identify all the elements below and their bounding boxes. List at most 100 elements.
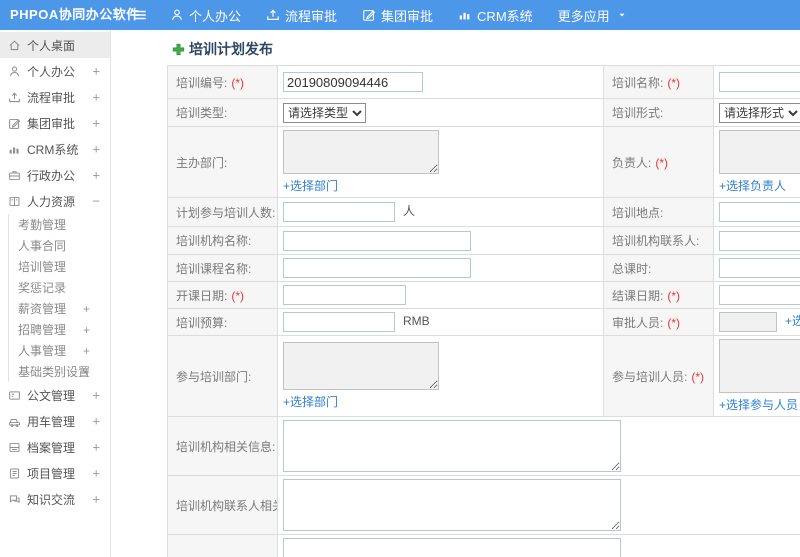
edit-icon — [362, 8, 376, 22]
host-department-cell: +选择部门 — [277, 126, 604, 198]
sidebar-subitem-label: 薪资管理 — [18, 302, 67, 316]
topbar-nav: 个人办公 流程审批 集团审批 CRM系统 更多应用 — [170, 0, 627, 30]
planned-participants-input[interactable] — [283, 202, 395, 222]
form-row: 培训类型: 请选择类型 培训形式: 请选择形式 — [167, 98, 800, 127]
expander-icon[interactable]: + — [92, 117, 100, 130]
host-department-textarea[interactable] — [283, 130, 439, 174]
participating-departments-textarea[interactable] — [283, 342, 439, 390]
total-hours-input[interactable] — [719, 258, 800, 278]
car-icon — [8, 415, 21, 428]
sidebar-item-base-category[interactable]: 基础类别设置 + — [18, 361, 110, 382]
sidebar-item-label: 项目管理 — [27, 466, 76, 481]
form-row: 培训机构相关信息: — [167, 416, 800, 476]
sidebar-item-group-approval[interactable]: 集团审批 + — [0, 110, 110, 136]
form-row: 主办部门: +选择部门 负责人: (*) +选择负责人 — [167, 126, 800, 198]
topbar-item-personal-office[interactable]: 个人办公 — [170, 6, 241, 25]
training-form-type-cell: 请选择形式 — [713, 98, 800, 127]
expander-icon[interactable]: + — [92, 441, 100, 454]
training-name-input[interactable] — [719, 72, 800, 92]
form-row: 培训要求: — [167, 534, 800, 557]
sidebar-item-projects[interactable]: 项目管理 + — [0, 460, 110, 486]
sidebar-item-personnel[interactable]: 人事管理 + — [18, 340, 110, 361]
required-mark: (*) — [655, 155, 669, 170]
sidebar-item-crm[interactable]: CRM系统 + — [0, 136, 110, 162]
training-org-contact-input[interactable] — [719, 230, 800, 251]
approver-label: 审批人员: (*) — [603, 308, 714, 336]
approver-cell: +选择审批人员 — [713, 308, 800, 336]
sidebar-item-archives[interactable]: 档案管理 + — [0, 434, 110, 460]
sidebar-item-label: 行政办公 — [27, 168, 76, 183]
budget-input[interactable] — [283, 312, 395, 332]
expander-icon[interactable]: + — [92, 493, 100, 506]
sidebar-item-official-docs[interactable]: 公文管理 + — [0, 382, 110, 408]
sidebar-item-label: 流程审批 — [27, 90, 76, 105]
end-date-input[interactable] — [719, 285, 800, 305]
expander-icon[interactable]: − — [92, 195, 100, 208]
add-icon — [172, 43, 185, 56]
course-name-label: 培训课程名称: — [167, 254, 278, 282]
start-date-label: 开课日期: (*) — [167, 281, 278, 309]
leader-textarea[interactable] — [719, 130, 800, 174]
expander-icon[interactable]: + — [83, 303, 90, 315]
sidebar-item-hr-contract[interactable]: 人事合同 — [18, 235, 110, 256]
start-date-input[interactable] — [283, 285, 406, 305]
training-org-name-input[interactable] — [283, 230, 471, 251]
topbar-item-group-approval[interactable]: 集团审批 — [362, 6, 433, 25]
training-org-name-cell — [277, 226, 604, 255]
sidebar-item-workflow-approval[interactable]: 流程审批 + — [0, 84, 110, 110]
start-date-cell — [277, 281, 604, 309]
end-date-label: 结课日期: (*) — [603, 281, 714, 309]
topbar-item-crm[interactable]: CRM系统 — [458, 6, 533, 25]
expander-icon[interactable]: + — [83, 345, 90, 357]
sidebar-subitem-label: 基础类别设置 — [18, 365, 91, 379]
archive-icon — [8, 441, 21, 454]
training-requirements-textarea[interactable] — [283, 538, 621, 557]
approver-input[interactable] — [719, 312, 777, 332]
hamburger-icon[interactable] — [133, 8, 148, 22]
approver-select-link[interactable]: +选择审批人员 — [785, 314, 800, 328]
planned-participants-unit: 人 — [403, 204, 416, 219]
training-org-info-textarea[interactable] — [283, 420, 621, 472]
expander-icon[interactable]: + — [92, 389, 100, 402]
sidebar-item-attendance[interactable]: 考勤管理 — [18, 214, 110, 235]
sidebar-item-rewards[interactable]: 奖惩记录 — [18, 277, 110, 298]
leader-label: 负责人: (*) — [603, 126, 714, 198]
training-type-select[interactable]: 请选择类型 — [283, 102, 366, 123]
expander-icon[interactable]: + — [83, 366, 90, 378]
sidebar-item-admin-office[interactable]: 行政办公 + — [0, 162, 110, 188]
host-department-select-link[interactable]: +选择部门 — [283, 179, 338, 193]
sidebar-item-knowledge[interactable]: 知识交流 + — [0, 486, 110, 512]
expander-icon[interactable]: + — [83, 324, 90, 336]
training-number-input[interactable] — [283, 72, 423, 92]
course-name-input[interactable] — [283, 258, 471, 278]
expander-icon[interactable]: + — [92, 467, 100, 480]
flow-icon — [266, 8, 280, 22]
budget-cell: RMB — [277, 308, 604, 336]
participants-textarea[interactable] — [719, 339, 800, 393]
participants-select-link[interactable]: +选择参与人员 — [719, 398, 798, 412]
training-form-type-select[interactable]: 请选择形式 — [719, 102, 800, 123]
sidebar-item-salary[interactable]: 薪资管理 + — [18, 298, 110, 319]
sidebar-item-training[interactable]: 培训管理 — [18, 256, 110, 277]
participating-departments-select-link[interactable]: +选择部门 — [283, 395, 338, 409]
sidebar-item-personal-desktop[interactable]: 个人桌面 — [0, 32, 110, 58]
expander-icon[interactable]: + — [92, 65, 100, 78]
sidebar-item-personal-office[interactable]: 个人办公 + — [0, 58, 110, 84]
topbar-item-workflow-approval[interactable]: 流程审批 — [266, 6, 337, 25]
sidebar-item-recruitment[interactable]: 招聘管理 + — [18, 319, 110, 340]
expander-icon[interactable]: + — [92, 415, 100, 428]
form-row: 培训课程名称: 总课时: — [167, 254, 800, 282]
leader-select-link[interactable]: +选择负责人 — [719, 179, 786, 193]
sidebar-item-label: 用车管理 — [27, 414, 76, 429]
topbar-item-more-apps[interactable]: 更多应用 — [558, 6, 627, 25]
sidebar-item-vehicle[interactable]: 用车管理 + — [0, 408, 110, 434]
expander-icon[interactable]: + — [92, 169, 100, 182]
training-location-input[interactable] — [719, 202, 800, 222]
form-row: 计划参与培训人数:(*) 人 培训地点: — [167, 197, 800, 227]
expander-icon[interactable]: + — [92, 91, 100, 104]
sidebar-item-hr[interactable]: 人力资源 − — [0, 188, 110, 214]
person-icon — [8, 65, 21, 78]
training-org-contact-info-textarea[interactable] — [283, 479, 621, 531]
expander-icon[interactable]: + — [92, 143, 100, 156]
topbar-item-label: 更多应用 — [557, 8, 610, 24]
